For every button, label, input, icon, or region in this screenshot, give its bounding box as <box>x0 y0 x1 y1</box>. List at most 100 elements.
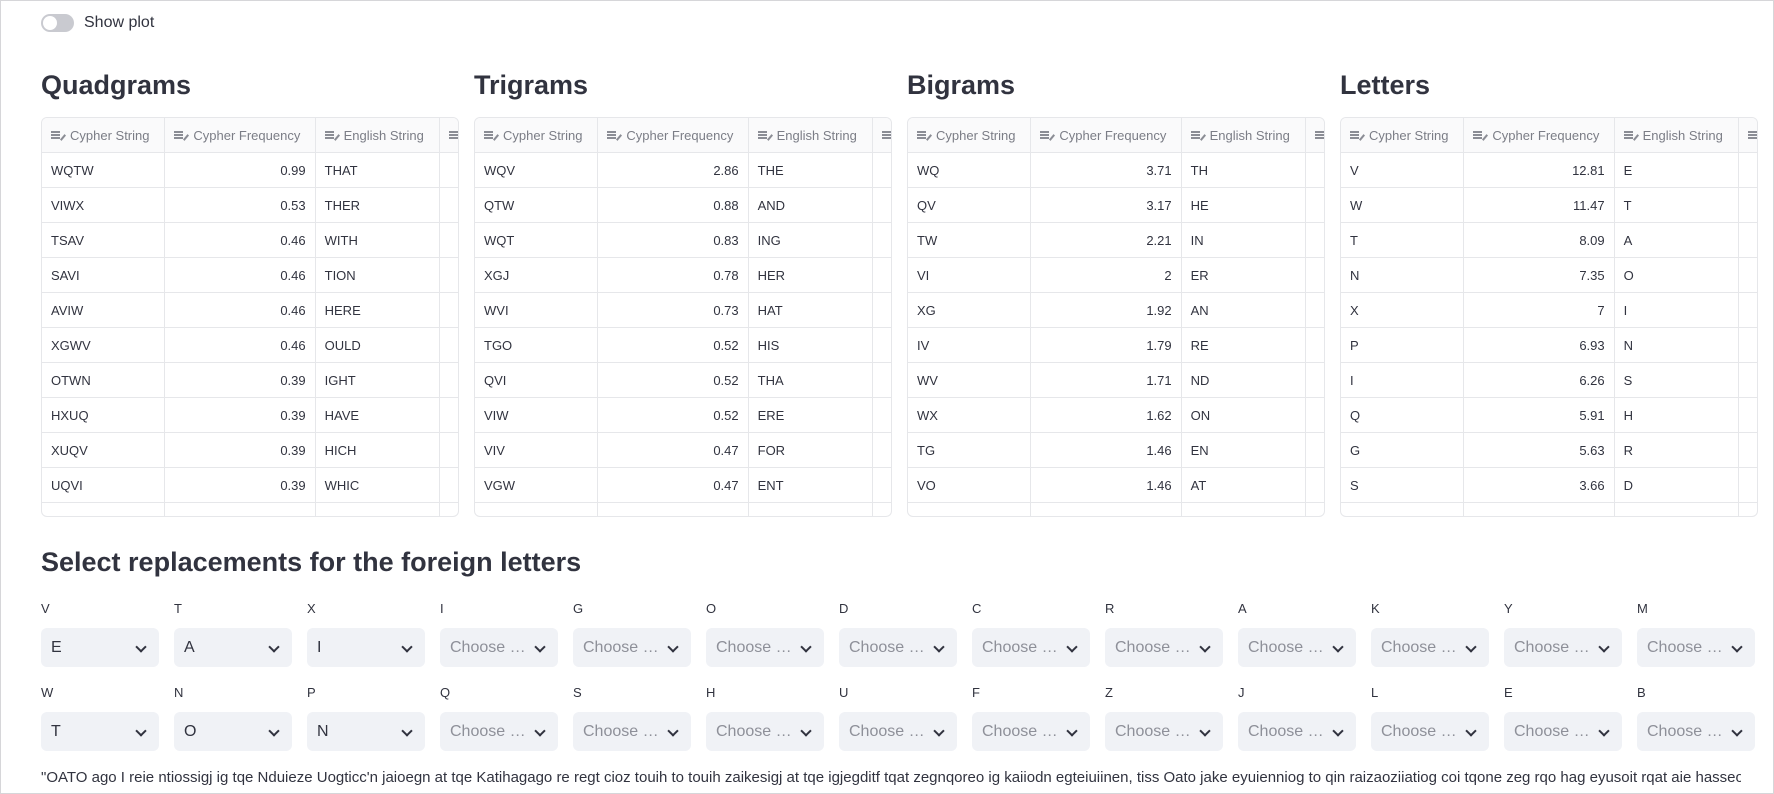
cypher-frequency-cell[interactable]: 0.46 <box>165 328 316 362</box>
english-string-cell[interactable]: HE <box>1182 188 1306 222</box>
english-string-cell[interactable]: HICH <box>316 433 440 467</box>
english-string-cell[interactable]: ER <box>1182 258 1306 292</box>
select-dropdown[interactable]: Choose an option <box>1637 712 1755 751</box>
select-dropdown[interactable]: Choose an option <box>573 712 691 751</box>
select-dropdown[interactable]: Choose an option <box>1105 712 1223 751</box>
table-row[interactable]: TG 1.46 EN <box>908 433 1324 468</box>
english-string-cell[interactable]: O <box>1615 258 1739 292</box>
table-row[interactable]: XGWV 0.46 OULD <box>42 328 458 363</box>
cypher-string-cell[interactable]: T <box>1341 223 1465 257</box>
column-header[interactable]: Cypher Frequency <box>165 118 316 152</box>
english-string-cell[interactable]: EN <box>1182 433 1306 467</box>
select-dropdown[interactable]: Choose an option <box>573 628 691 667</box>
cypher-frequency-cell[interactable]: 5.63 <box>1464 433 1615 467</box>
table-row[interactable]: HXUQ 0.39 HAVE <box>42 398 458 433</box>
table-row[interactable]: XUQV 0.39 HICH <box>42 433 458 468</box>
cypher-frequency-cell[interactable]: 6.26 <box>1464 363 1615 397</box>
english-string-cell[interactable]: THA <box>749 363 873 397</box>
table-row[interactable]: XG 1.92 AN <box>908 293 1324 328</box>
english-string-cell[interactable]: I <box>1615 293 1739 327</box>
select-dropdown[interactable]: Choose an option <box>1371 712 1489 751</box>
table-row[interactable]: T 8.09 A <box>1341 223 1757 258</box>
cypher-string-cell[interactable]: TSAV <box>42 223 166 257</box>
cypher-string-cell[interactable]: WV <box>908 363 1032 397</box>
cypher-frequency-cell[interactable]: 11.47 <box>1464 188 1615 222</box>
cypher-string-cell[interactable]: XUQV <box>42 433 166 467</box>
letters-grid[interactable]: Cypher String Cypher Frequency English Str… <box>1340 117 1758 517</box>
select-dropdown[interactable]: Choose an option <box>1504 628 1622 667</box>
select-dropdown[interactable]: E <box>41 628 159 667</box>
english-string-cell[interactable]: S <box>1615 363 1739 397</box>
cypher-frequency-cell[interactable]: 1.46 <box>1031 468 1182 502</box>
english-string-cell[interactable]: TION <box>316 258 440 292</box>
cypher-frequency-cell[interactable]: 7.35 <box>1464 258 1615 292</box>
cypher-string-cell[interactable]: TGO <box>475 328 599 362</box>
english-string-cell[interactable]: ENT <box>749 468 873 502</box>
english-string-cell[interactable]: HAT <box>749 293 873 327</box>
english-string-cell[interactable]: AN <box>1182 293 1306 327</box>
cypher-frequency-cell[interactable]: 0.46 <box>165 223 316 257</box>
cypher-frequency-cell[interactable]: 0.39 <box>165 398 316 432</box>
english-string-cell[interactable]: D <box>1615 468 1739 502</box>
english-string-cell[interactable]: ERE <box>749 398 873 432</box>
english-string-cell[interactable]: ON <box>1182 398 1306 432</box>
table-row[interactable]: V 12.81 E <box>1341 153 1757 188</box>
table-row[interactable]: I 6.26 S <box>1341 363 1757 398</box>
select-dropdown[interactable]: Choose an option <box>972 628 1090 667</box>
cypher-string-cell[interactable]: Q <box>1341 398 1465 432</box>
select-dropdown[interactable]: Choose an option <box>839 712 957 751</box>
column-header[interactable]: Cypher String <box>1341 118 1465 152</box>
table-row[interactable]: QVI 0.52 THA <box>475 363 891 398</box>
cypher-frequency-cell[interactable]: 0.52 <box>598 398 749 432</box>
table-row[interactable]: VIW 0.52 ERE <box>475 398 891 433</box>
cypher-frequency-cell[interactable]: 1.71 <box>1031 363 1182 397</box>
cypher-string-cell[interactable]: WX <box>908 398 1032 432</box>
cypher-string-cell[interactable]: I <box>1341 363 1465 397</box>
column-header[interactable]: Cypher Frequency <box>1464 118 1615 152</box>
cypher-frequency-cell[interactable]: 6.93 <box>1464 328 1615 362</box>
english-string-cell[interactable]: E <box>1615 153 1739 187</box>
bigrams-grid[interactable]: Cypher String Cypher Frequency English Str… <box>907 117 1325 517</box>
table-row[interactable]: P 6.93 N <box>1341 328 1757 363</box>
show-plot-toggle[interactable] <box>41 14 74 32</box>
cypher-frequency-cell[interactable]: 0.83 <box>598 223 749 257</box>
cypher-string-cell[interactable]: UQVI <box>42 468 166 502</box>
column-header[interactable]: Cypher String <box>42 118 166 152</box>
cypher-string-cell[interactable]: S <box>1341 468 1465 502</box>
cypher-string-cell[interactable]: N <box>1341 258 1465 292</box>
english-string-cell[interactable]: H <box>1615 398 1739 432</box>
english-string-cell[interactable]: AT <box>1182 468 1306 502</box>
cypher-string-cell[interactable]: OTWN <box>42 363 166 397</box>
table-row[interactable]: WQ 3.71 TH <box>908 153 1324 188</box>
column-header[interactable]: English String <box>1182 118 1307 152</box>
table-row[interactable]: TGO 0.52 HIS <box>475 328 891 363</box>
cypher-frequency-cell[interactable]: 0.99 <box>165 153 316 187</box>
table-row[interactable]: WQTW 0.99 THAT <box>42 153 458 188</box>
cypher-string-cell[interactable]: W <box>1341 188 1465 222</box>
cypher-string-cell[interactable]: XGWV <box>42 328 166 362</box>
cypher-string-cell[interactable]: VGW <box>475 468 599 502</box>
cypher-frequency-cell[interactable]: 0.88 <box>598 188 749 222</box>
cypher-frequency-cell[interactable]: 12.81 <box>1464 153 1615 187</box>
cypher-string-cell[interactable]: TG <box>908 433 1032 467</box>
cypher-frequency-cell[interactable]: 0.52 <box>598 328 749 362</box>
table-row[interactable]: VIV 0.47 FOR <box>475 433 891 468</box>
table-row[interactable]: TSAV 0.46 WITH <box>42 223 458 258</box>
select-dropdown[interactable]: Choose an option <box>972 712 1090 751</box>
cypher-frequency-cell[interactable]: 0.39 <box>165 468 316 502</box>
select-dropdown[interactable]: Choose an option <box>706 712 824 751</box>
table-row[interactable]: IV 1.79 RE <box>908 328 1324 363</box>
table-row[interactable]: QV 3.17 HE <box>908 188 1324 223</box>
english-string-cell[interactable]: A <box>1615 223 1739 257</box>
cypher-frequency-cell[interactable]: 3.66 <box>1464 468 1615 502</box>
english-string-cell[interactable]: ING <box>749 223 873 257</box>
select-dropdown[interactable]: N <box>307 712 425 751</box>
column-header[interactable]: Cypher Frequency <box>1031 118 1182 152</box>
cypher-string-cell[interactable]: X <box>1341 293 1465 327</box>
english-string-cell[interactable]: HIS <box>749 328 873 362</box>
table-row[interactable]: W 11.47 T <box>1341 188 1757 223</box>
english-string-cell[interactable]: R <box>1615 433 1739 467</box>
cypher-string-cell[interactable]: WQTW <box>42 153 166 187</box>
cypher-frequency-cell[interactable]: 2 <box>1031 258 1182 292</box>
select-dropdown[interactable]: A <box>174 628 292 667</box>
